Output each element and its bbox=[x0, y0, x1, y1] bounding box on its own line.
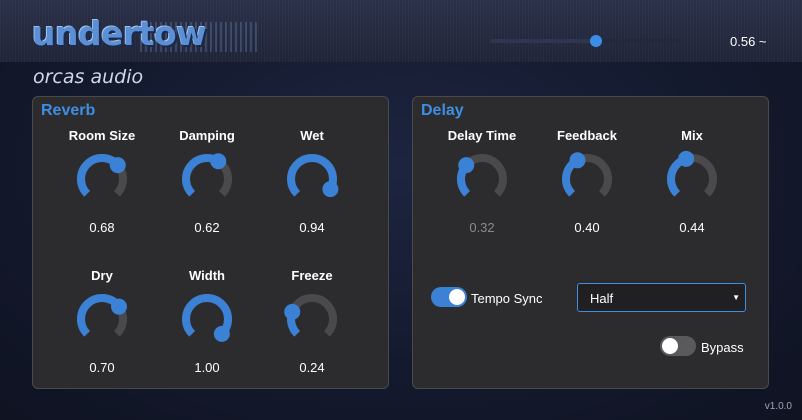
feedback-knob[interactable]: Feedback 0.40 bbox=[537, 97, 637, 235]
knob-value: 0.32 bbox=[469, 220, 495, 235]
bypass-toggle[interactable] bbox=[660, 336, 696, 356]
knob-label: Room Size bbox=[68, 128, 136, 143]
master-slider[interactable] bbox=[490, 34, 680, 48]
knob-handle bbox=[213, 325, 230, 342]
knob-handle bbox=[110, 298, 127, 315]
knob-dial[interactable] bbox=[282, 149, 342, 209]
reverb-panel: Reverb Room Size 0.68 Damping 0.62 Wet 0… bbox=[32, 96, 389, 389]
knob-dial[interactable] bbox=[177, 149, 237, 209]
header-bar: undertow 0.56 ~ bbox=[0, 0, 802, 62]
knob-handle bbox=[322, 181, 339, 198]
toggle-thumb bbox=[662, 338, 678, 354]
knob-label: Damping bbox=[179, 128, 235, 143]
room-size-knob[interactable]: Room Size 0.68 bbox=[52, 97, 152, 235]
dry-knob[interactable]: Dry 0.70 bbox=[52, 237, 152, 375]
knob-handle bbox=[210, 153, 227, 170]
note-division-value: Half bbox=[590, 291, 614, 306]
knob-value: 0.70 bbox=[89, 360, 115, 375]
note-division-select[interactable]: Half ▼ bbox=[577, 283, 746, 312]
knob-label: Width bbox=[189, 268, 225, 283]
delay-panel: Delay Delay Time 0.32 Feedback 0.40 Mix … bbox=[412, 96, 769, 389]
knob-label: Dry bbox=[91, 268, 113, 283]
knob-dial[interactable] bbox=[282, 289, 342, 349]
tempo-sync-toggle[interactable] bbox=[431, 287, 467, 307]
knob-value: 0.24 bbox=[299, 360, 325, 375]
mix-knob[interactable]: Mix 0.44 bbox=[642, 97, 742, 235]
knob-label: Freeze bbox=[291, 268, 333, 283]
knob-value: 1.00 bbox=[194, 360, 220, 375]
damping-knob[interactable]: Damping 0.62 bbox=[157, 97, 257, 235]
knob-dial[interactable] bbox=[557, 149, 617, 209]
knob-label: Feedback bbox=[557, 128, 617, 143]
knob-dial[interactable] bbox=[452, 149, 512, 209]
knob-dial[interactable] bbox=[72, 289, 132, 349]
knob-dial[interactable] bbox=[177, 289, 237, 349]
knob-value: 0.68 bbox=[89, 220, 115, 235]
version-label: v1.0.0 bbox=[764, 401, 792, 412]
knob-handle bbox=[678, 150, 695, 167]
knob-label: Delay Time bbox=[447, 128, 517, 143]
knob-label: Wet bbox=[300, 128, 324, 143]
knob-dial[interactable] bbox=[72, 149, 132, 209]
knob-handle bbox=[284, 303, 301, 320]
freeze-knob[interactable]: Freeze 0.24 bbox=[262, 237, 362, 375]
knob-dial[interactable] bbox=[662, 149, 722, 209]
master-slider-fill bbox=[490, 39, 597, 43]
chevron-down-icon: ▼ bbox=[732, 293, 740, 302]
knob-value: 0.44 bbox=[679, 220, 705, 235]
tempo-sync-label: Tempo Sync bbox=[471, 291, 543, 306]
knob-value: 0.40 bbox=[574, 220, 600, 235]
wet-knob[interactable]: Wet 0.94 bbox=[262, 97, 362, 235]
knob-label: Mix bbox=[681, 128, 703, 143]
width-knob[interactable]: Width 1.00 bbox=[157, 237, 257, 375]
knob-handle bbox=[569, 152, 586, 169]
toggle-thumb bbox=[449, 289, 465, 305]
knob-handle bbox=[109, 157, 126, 174]
master-value: 0.56 ~ bbox=[730, 34, 767, 49]
knob-value: 0.94 bbox=[299, 220, 325, 235]
master-slider-thumb[interactable] bbox=[590, 35, 603, 47]
knob-value: 0.62 bbox=[194, 220, 220, 235]
company-name: orcas audio bbox=[33, 66, 144, 88]
bypass-label: Bypass bbox=[701, 340, 744, 355]
delay-time-knob[interactable]: Delay Time 0.32 bbox=[432, 97, 532, 235]
knob-handle bbox=[458, 157, 475, 174]
app-title: undertow bbox=[32, 14, 207, 53]
